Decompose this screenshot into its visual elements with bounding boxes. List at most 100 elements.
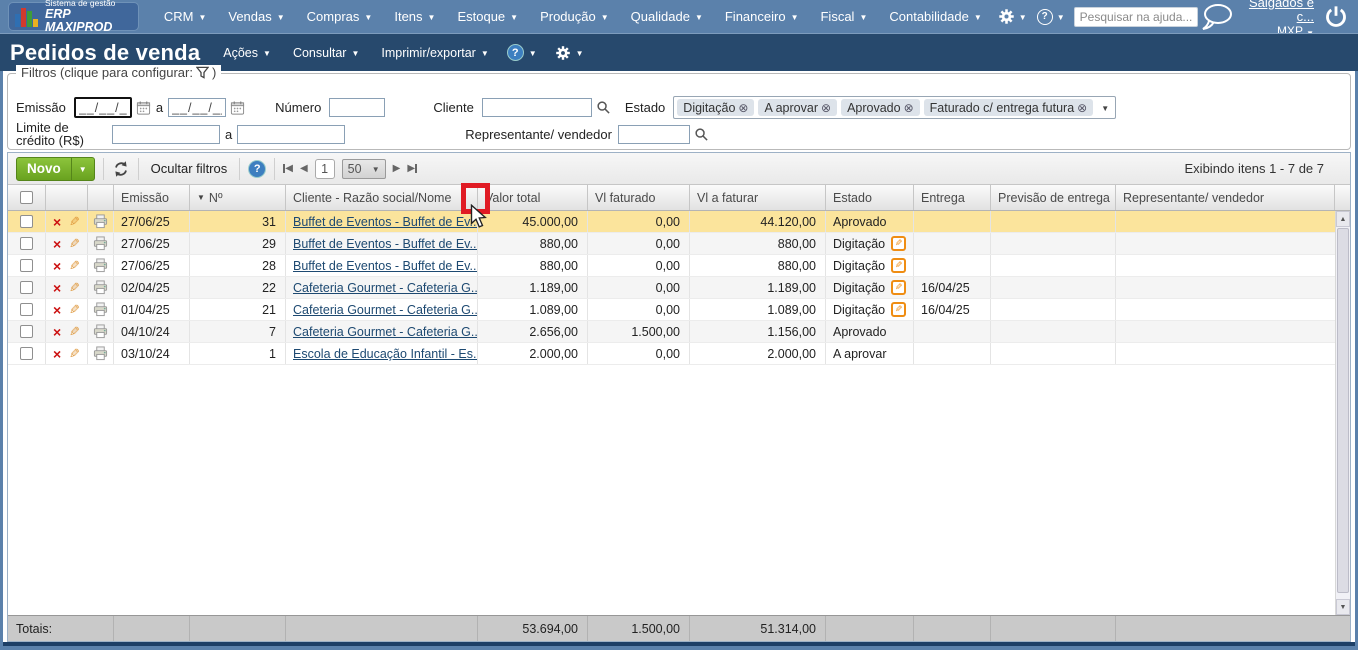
representante-input[interactable] [618,125,690,144]
filters-legend[interactable]: Filtros (clique para configurar: ) [16,65,221,80]
prev-page-button[interactable]: ◀ [300,163,308,174]
table-row[interactable]: × ✎ 27/06/25 31 Buffet de Eventos - Buff… [8,211,1335,233]
cliente-input[interactable] [482,98,592,117]
main-menu-item[interactable]: Produção ▼ [529,0,620,33]
edit-pencil-icon[interactable]: ✎ [69,236,80,252]
chevron-down-icon[interactable]: ▼ [1101,105,1109,113]
filters-panel[interactable]: Filtros (clique para configurar: ) Emiss… [7,73,1351,150]
remove-tag-icon[interactable]: ⊗ [821,101,831,115]
delete-icon[interactable]: × [53,281,61,295]
header-estado[interactable]: Estado [826,185,914,210]
row-print[interactable] [88,321,114,342]
emissao-from-input[interactable] [74,97,132,118]
main-menu-item[interactable]: Itens ▼ [383,0,446,33]
account-company-link[interactable]: Salgados e c... [1249,0,1314,24]
row-select-cell[interactable] [8,277,46,298]
delete-icon[interactable]: × [53,259,61,273]
header-representante[interactable]: Representante/ vendedor [1116,185,1335,210]
edit-pencil-icon[interactable]: ✎ [69,258,80,274]
app-logo[interactable]: Sistema de gestão ERP MAXIPROD [8,2,139,31]
main-menu-item[interactable]: Vendas ▼ [217,0,295,33]
delete-icon[interactable]: × [53,237,61,251]
row-select-cell[interactable] [8,255,46,276]
emissao-to-input[interactable] [168,98,226,117]
scroll-down-button[interactable]: ▼ [1336,599,1350,615]
select-all-cell[interactable] [8,185,46,210]
printer-icon[interactable] [93,302,108,317]
current-page-box[interactable]: 1 [315,159,335,179]
page-menu-item[interactable]: Consultar ▼ [284,46,368,60]
row-print[interactable] [88,299,114,320]
row-select-cell[interactable] [8,233,46,254]
row-checkbox[interactable] [20,281,33,294]
main-menu-item[interactable]: Qualidade ▼ [620,0,714,33]
row-print[interactable] [88,255,114,276]
remove-tag-icon[interactable]: ⊗ [738,101,748,115]
table-row[interactable]: × ✎ 27/06/25 29 Buffet de Eventos - Buff… [8,233,1335,255]
limite-to-input[interactable] [237,125,345,144]
header-vl-faturado[interactable]: Vl faturado [588,185,690,210]
calendar-icon[interactable] [230,100,245,116]
limite-from-input[interactable] [112,125,220,144]
table-row[interactable]: × ✎ 04/10/24 7 Cafeteria Gourmet - Cafet… [8,321,1335,343]
row-checkbox[interactable] [20,237,33,250]
header-previsao[interactable]: Previsão de entrega [991,185,1116,210]
main-menu-item[interactable]: CRM ▼ [153,0,218,33]
edit-pencil-icon[interactable]: ✎ [69,214,80,230]
printer-icon[interactable] [93,214,108,229]
client-link[interactable]: Buffet de Eventos - Buffet de Ev... [293,215,478,229]
header-emissao[interactable]: Emissão [114,185,190,210]
main-menu-item[interactable]: Compras ▼ [296,0,384,33]
row-select-cell[interactable] [8,343,46,364]
page-menu-item[interactable]: Imprimir/exportar ▼ [372,46,497,60]
estado-tag[interactable]: Aprovado ⊗ [841,99,920,116]
estado-tag[interactable]: Digitação ⊗ [677,99,754,116]
editing-note-icon[interactable]: ✎ [891,258,906,273]
next-page-button[interactable]: ▶ [393,163,401,174]
scroll-up-button[interactable]: ▲ [1336,211,1350,227]
row-select-cell[interactable] [8,299,46,320]
header-vl-a-faturar[interactable]: Vl a faturar [690,185,826,210]
calendar-icon[interactable] [136,100,151,116]
row-print[interactable] [88,343,114,364]
client-link[interactable]: Cafeteria Gourmet - Cafeteria G... [293,281,478,295]
header-numero[interactable]: ▼Nº [190,185,286,210]
estado-multiselect[interactable]: Digitação ⊗ A aprovar ⊗ Aprovado ⊗ [673,96,1116,119]
printer-icon[interactable] [93,346,108,361]
estado-tag[interactable]: Faturado c/ entrega futura ⊗ [924,99,1094,116]
printer-icon[interactable] [93,280,108,295]
help-icon[interactable]: ? [248,160,266,178]
new-order-dropdown[interactable]: ▼ [71,158,94,180]
page-size-select[interactable]: 50 ▼ [342,159,386,179]
row-print[interactable] [88,233,114,254]
row-checkbox[interactable] [20,259,33,272]
row-checkbox[interactable] [20,303,33,316]
editing-note-icon[interactable]: ✎ [891,236,906,251]
estado-tag[interactable]: A aprovar ⊗ [758,99,837,116]
main-menu-item[interactable]: Financeiro ▼ [714,0,810,33]
refresh-icon[interactable] [112,160,130,178]
settings-menu[interactable]: ▼ [993,0,1032,33]
printer-icon[interactable] [93,258,108,273]
client-link[interactable]: Buffet de Eventos - Buffet de Ev... [293,259,478,273]
main-menu-item[interactable]: Fiscal ▼ [809,0,878,33]
new-order-button[interactable]: Novo ▼ [16,157,95,181]
scrollbar-thumb[interactable] [1337,228,1349,593]
select-all-checkbox[interactable] [20,191,33,204]
table-row[interactable]: × ✎ 03/10/24 1 Escola de Educação Infant… [8,343,1335,365]
client-link[interactable]: Cafeteria Gourmet - Cafeteria G... [293,325,478,339]
main-menu-item[interactable]: Estoque ▼ [446,0,529,33]
printer-icon[interactable] [93,236,108,251]
client-link[interactable]: Buffet de Eventos - Buffet de Ev... [293,237,478,251]
row-select-cell[interactable] [8,211,46,232]
last-page-button[interactable]: ▶ [407,163,417,174]
edit-pencil-icon[interactable]: ✎ [69,302,80,318]
remove-tag-icon[interactable]: ⊗ [904,101,914,115]
row-checkbox[interactable] [20,325,33,338]
header-cliente[interactable]: Cliente - Razão social/Nome [286,185,478,210]
edit-pencil-icon[interactable]: ✎ [69,324,80,340]
search-icon[interactable] [596,100,611,115]
delete-icon[interactable]: × [53,303,61,317]
delete-icon[interactable]: × [53,215,61,229]
table-row[interactable]: × ✎ 27/06/25 28 Buffet de Eventos - Buff… [8,255,1335,277]
